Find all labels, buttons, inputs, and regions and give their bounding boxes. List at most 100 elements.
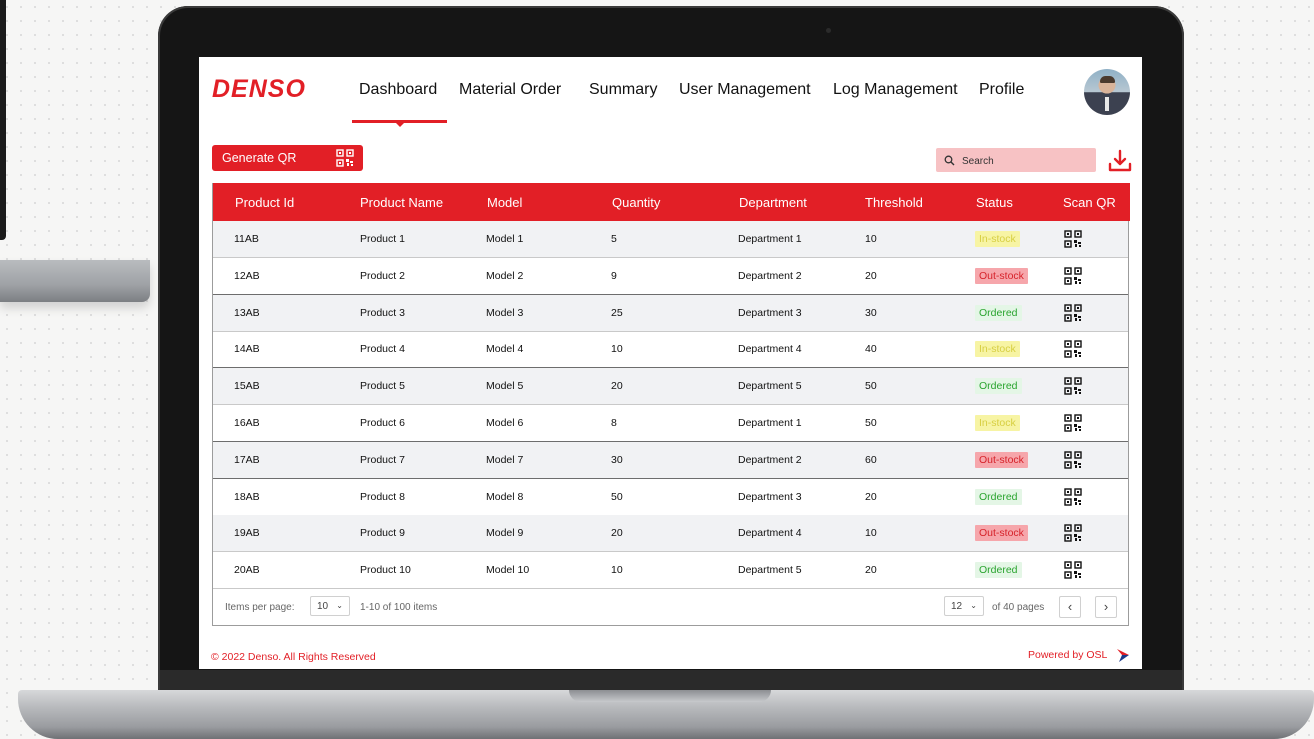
status-badge: Ordered [975, 488, 1022, 505]
scan-qr-icon[interactable] [1064, 303, 1082, 327]
status-badge: In-stock [975, 231, 1020, 247]
chevron-down-icon: ⌄ [970, 601, 977, 610]
scan-qr-icon[interactable] [1064, 267, 1082, 290]
chevron-down-icon: ⌄ [336, 601, 343, 610]
nav-material-order[interactable]: Material Order [459, 81, 561, 99]
next-page-button[interactable]: › [1095, 596, 1117, 618]
cell-quantity: 20 [611, 527, 623, 540]
status-badge: Out-stock [975, 267, 1028, 284]
scan-qr-icon[interactable] [1064, 524, 1082, 547]
header-status[interactable]: Status [976, 195, 1013, 210]
user-avatar[interactable] [1084, 69, 1130, 115]
scan-qr-icon[interactable] [1064, 230, 1082, 253]
table-row[interactable]: 17AB Product 7 Model 7 30 Department 2 60 Out-… [213, 441, 1128, 479]
generate-qr-button[interactable]: Generate QR [212, 145, 363, 171]
generate-qr-label: Generate QR [222, 151, 297, 165]
header-department[interactable]: Department [739, 195, 807, 210]
nav-log-management[interactable]: Log Management [833, 81, 958, 99]
cell-department: Department 5 [738, 564, 802, 577]
cell-model: Model 9 [486, 527, 524, 540]
table-row[interactable]: 15AB Product 5 Model 5 20 Department 5 50 Orde… [213, 368, 1128, 406]
items-per-page-select[interactable]: 10 ⌄ [310, 596, 350, 616]
table-row[interactable]: 11AB Product 1 Model 1 5 Department 1 10 In-st… [213, 221, 1128, 258]
pagination-bar: Items per page: 10 ⌄ 1-10 of 100 items 1… [213, 589, 1128, 625]
cell-product-name: Product 3 [360, 306, 405, 319]
qr-code-icon [336, 149, 354, 170]
header-scan-qr[interactable]: Scan QR [1063, 195, 1116, 210]
cell-department: Department 4 [738, 527, 802, 540]
scan-qr-icon[interactable] [1064, 377, 1082, 400]
cell-quantity: 9 [611, 269, 617, 282]
cell-threshold: 10 [865, 233, 877, 245]
prev-page-button[interactable]: ‹ [1059, 596, 1081, 618]
cell-quantity: 5 [611, 233, 617, 245]
cell-product-name: Product 1 [360, 233, 405, 245]
cell-model: Model 10 [486, 564, 530, 577]
laptop-notch [569, 690, 771, 702]
scan-qr-icon[interactable] [1064, 451, 1082, 474]
cell-threshold: 20 [865, 490, 877, 503]
background-laptop-lid [0, 0, 6, 240]
search-input[interactable] [960, 151, 1094, 171]
header-product-name[interactable]: Product Name [360, 195, 443, 210]
table-row[interactable]: 16AB Product 6 Model 6 8 Department 1 50 In-st… [213, 405, 1128, 442]
nav-user-management[interactable]: User Management [679, 81, 811, 99]
of-pages-text: of 40 pages [992, 602, 1045, 613]
table-row[interactable]: 12AB Product 2 Model 2 9 Department 2 20 Out-s… [213, 258, 1128, 295]
cell-product-name: Product 8 [360, 490, 405, 503]
cell-model: Model 3 [486, 306, 524, 319]
cell-quantity: 10 [611, 564, 623, 577]
cell-model: Model 8 [486, 490, 524, 503]
nav-dashboard[interactable]: Dashboard [359, 81, 437, 99]
cell-model: Model 2 [486, 269, 524, 282]
page-select[interactable]: 12 ⌄ [944, 596, 984, 616]
cell-quantity: 50 [611, 490, 623, 503]
header-quantity[interactable]: Quantity [612, 195, 660, 210]
top-nav: DENSO Dashboard Material Order Summary U… [199, 57, 1142, 127]
download-icon[interactable] [1108, 149, 1132, 178]
cell-product-id: 19AB [234, 527, 260, 540]
cell-product-id: 20AB [234, 564, 260, 577]
status-badge: Ordered [975, 304, 1022, 321]
cell-product-name: Product 10 [360, 564, 411, 577]
cell-threshold: 60 [865, 453, 877, 466]
cell-model: Model 1 [486, 233, 524, 245]
cell-product-id: 18AB [234, 490, 260, 503]
cell-threshold: 50 [865, 417, 877, 429]
cell-threshold: 10 [865, 527, 877, 540]
header-model[interactable]: Model [487, 195, 522, 210]
powered-by-text[interactable]: Powered by OSL [1028, 649, 1107, 661]
cell-threshold: 50 [865, 380, 877, 393]
cell-product-id: 11AB [234, 233, 259, 245]
table-row[interactable]: 18AB Product 8 Model 8 50 Department 3 20 Orde… [213, 479, 1128, 516]
table-row[interactable]: 19AB Product 9 Model 9 20 Department 4 10 Out-… [213, 515, 1128, 553]
table-row[interactable]: 20AB Product 10 Model 10 10 Department 5 20 Or… [213, 552, 1128, 590]
cell-threshold: 40 [865, 343, 877, 356]
scan-qr-icon[interactable] [1064, 487, 1082, 511]
scan-qr-icon[interactable] [1064, 414, 1082, 437]
table-row[interactable]: 14AB Product 4 Model 4 10 Department 4 40 In-s… [213, 331, 1128, 369]
cell-model: Model 6 [486, 417, 524, 429]
cell-product-id: 14AB [234, 343, 260, 356]
cell-threshold: 20 [865, 269, 877, 282]
scan-qr-icon[interactable] [1064, 561, 1082, 584]
cell-product-name: Product 9 [360, 527, 405, 540]
cell-department: Department 3 [738, 490, 802, 503]
nav-summary[interactable]: Summary [589, 81, 657, 99]
cell-product-name: Product 2 [360, 269, 405, 282]
search-box[interactable] [936, 148, 1096, 172]
cell-quantity: 10 [611, 343, 623, 356]
cell-quantity: 20 [611, 380, 623, 393]
cell-department: Department 1 [738, 233, 802, 245]
nav-profile[interactable]: Profile [979, 81, 1024, 99]
cell-department: Department 3 [738, 306, 802, 319]
copyright-text: © 2022 Denso. All Rights Reserved [211, 651, 376, 663]
header-product-id[interactable]: Product Id [235, 195, 294, 210]
header-threshold[interactable]: Threshold [865, 195, 923, 210]
denso-logo[interactable]: DENSO [212, 75, 306, 104]
table-row[interactable]: 13AB Product 3 Model 3 25 Department 3 30 Orde… [213, 294, 1128, 332]
cell-department: Department 2 [738, 269, 802, 282]
scan-qr-icon[interactable] [1064, 340, 1082, 363]
cell-product-name: Product 7 [360, 453, 405, 466]
cell-product-id: 13AB [234, 306, 260, 319]
